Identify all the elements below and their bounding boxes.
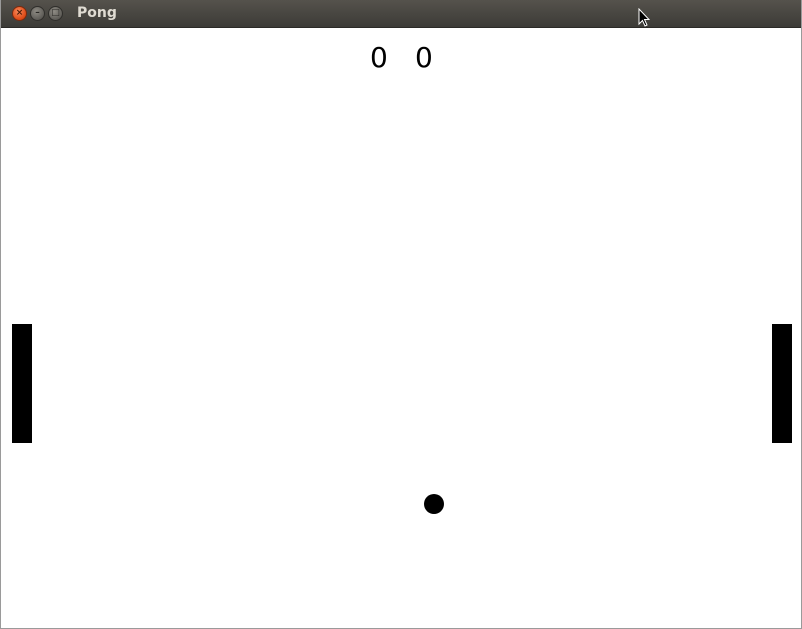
left-player-score: 0 <box>370 41 388 74</box>
close-window-button[interactable]: × <box>12 6 27 21</box>
maximize-window-button[interactable]: □ <box>48 6 63 21</box>
pong-window: × – □ Pong 0 0 <box>0 0 802 629</box>
ball <box>424 494 444 514</box>
minimize-window-button[interactable]: – <box>30 6 45 21</box>
game-canvas[interactable]: 0 0 <box>1 28 801 628</box>
minimize-icon: – <box>35 8 40 18</box>
close-icon: × <box>15 8 24 18</box>
right-player-score: 0 <box>415 41 433 74</box>
window-titlebar[interactable]: × – □ Pong <box>1 0 801 28</box>
right-paddle <box>772 324 792 443</box>
window-title: Pong <box>77 5 117 21</box>
mouse-cursor-icon <box>638 8 650 27</box>
left-paddle <box>12 324 32 443</box>
maximize-icon: □ <box>51 8 60 18</box>
